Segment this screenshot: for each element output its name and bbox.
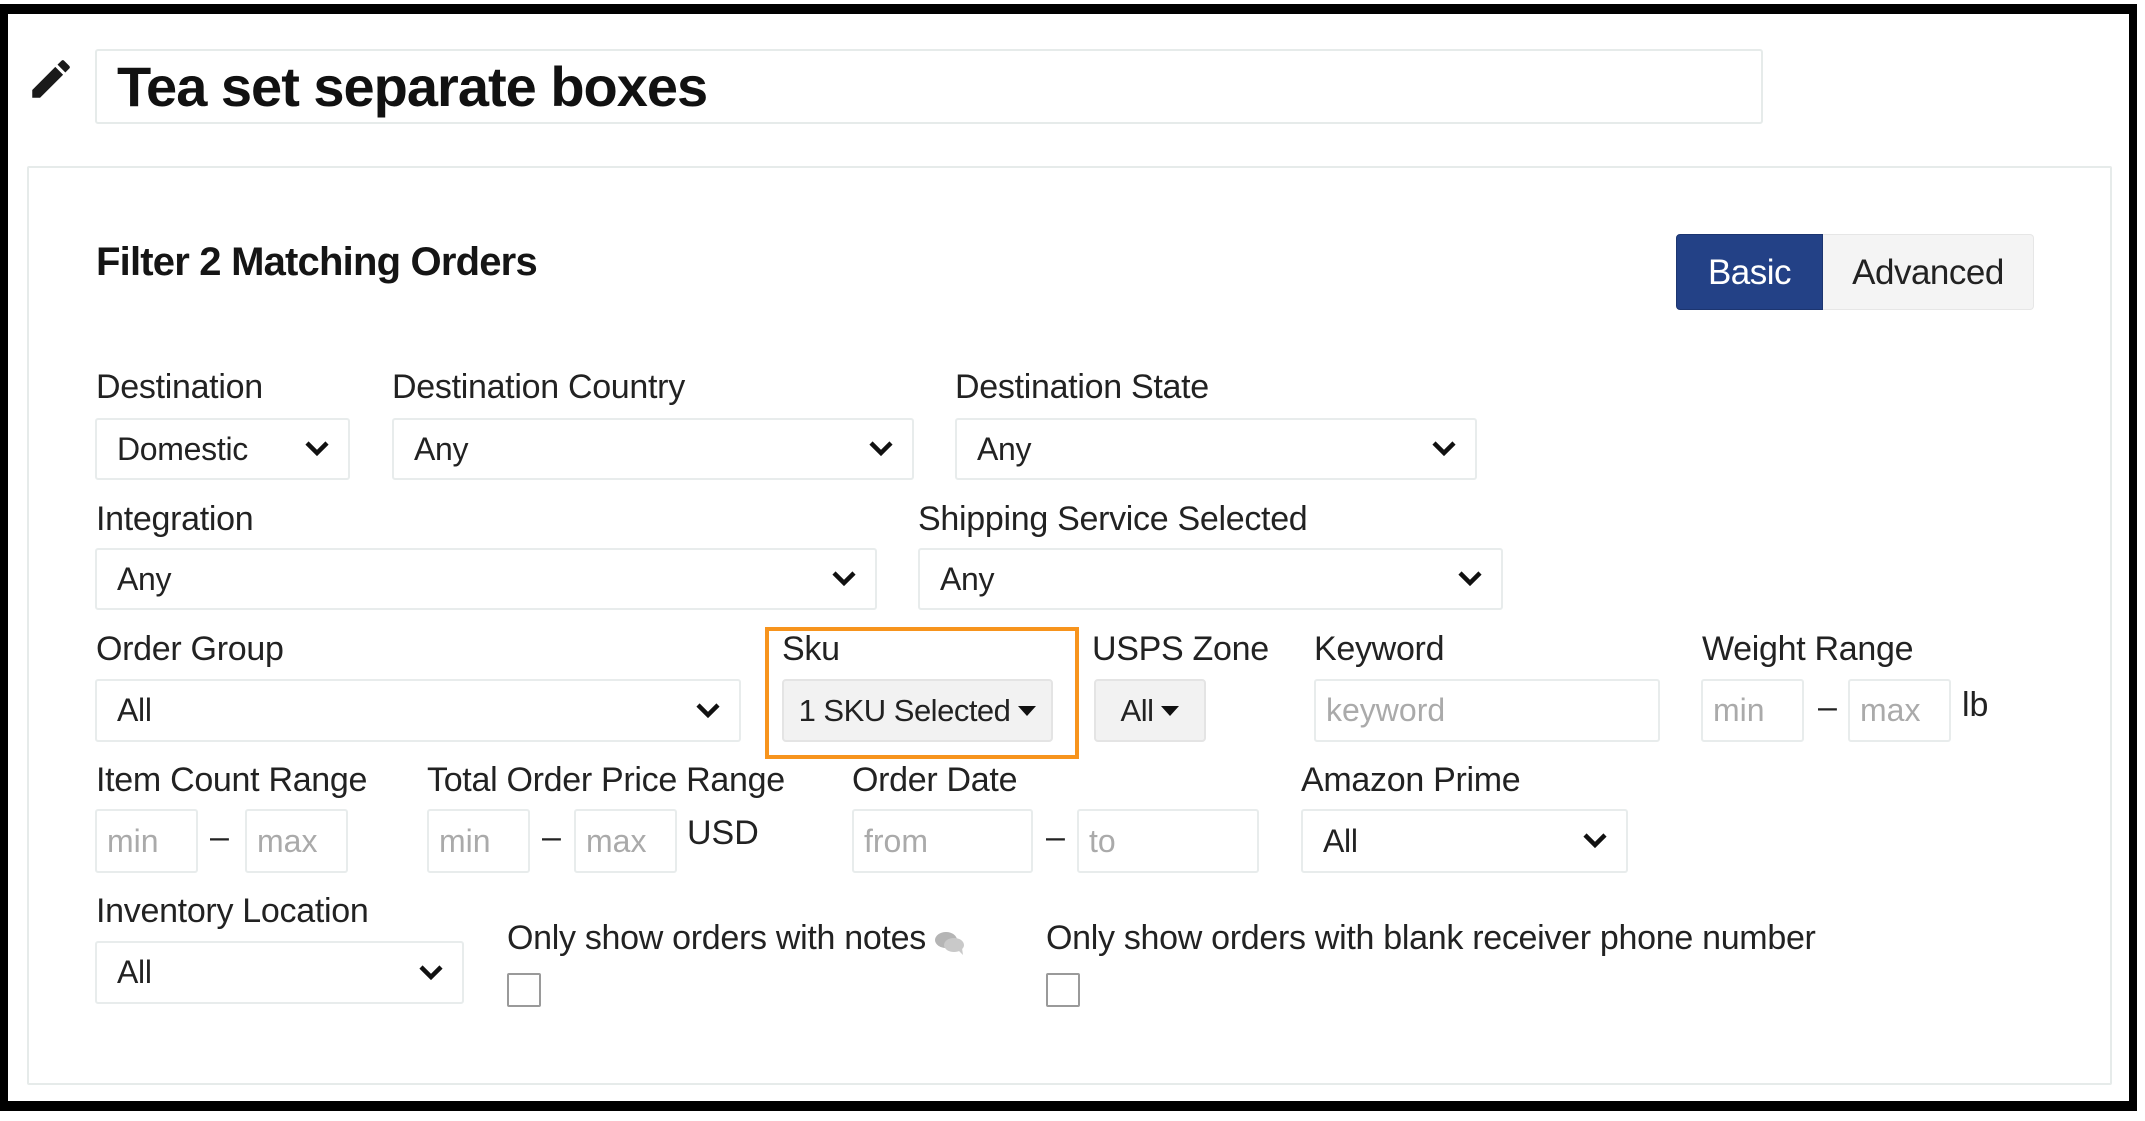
caret-down-icon	[1018, 705, 1037, 716]
weight-min-placeholder: min	[1713, 692, 1765, 728]
amazon-prime-label: Amazon Prime	[1301, 761, 1521, 799]
notes-only-label: Only show orders with notes	[507, 919, 926, 957]
amazon-prime-select[interactable]: All	[1301, 809, 1628, 873]
weight-min-input[interactable]: min	[1701, 679, 1804, 742]
order-date-to-placeholder: to	[1089, 822, 1116, 859]
order-group-value: All	[117, 692, 152, 728]
notes-only-checkbox[interactable]	[507, 973, 541, 1007]
weight-max-input[interactable]: max	[1848, 679, 1951, 742]
filter-heading: Filter 2 Matching Orders	[96, 240, 538, 284]
item-count-max-input[interactable]: max	[245, 809, 348, 873]
weight-range-label: Weight Range	[1702, 630, 1914, 668]
weight-range-separator: –	[1818, 688, 1837, 726]
integration-value: Any	[117, 560, 172, 597]
chevron-down-icon	[305, 441, 329, 457]
pencil-icon[interactable]	[26, 54, 76, 104]
keyword-placeholder: keyword	[1326, 692, 1446, 728]
item-count-separator: –	[210, 818, 229, 856]
order-date-to-input[interactable]: to	[1077, 809, 1259, 873]
order-date-separator: –	[1046, 818, 1065, 856]
chevron-down-icon	[869, 441, 893, 457]
destination-state-select[interactable]: Any	[955, 418, 1477, 480]
caret-down-icon	[1161, 705, 1180, 716]
inventory-location-select[interactable]: All	[95, 941, 464, 1004]
chevron-down-icon	[1583, 833, 1607, 849]
notes-only-label-row: Only show orders with notes	[507, 919, 966, 958]
usps-zone-dropdown-button[interactable]: All	[1094, 679, 1206, 742]
sku-label: Sku	[782, 630, 840, 668]
usps-zone-value: All	[1120, 692, 1154, 728]
chevron-down-icon	[832, 571, 856, 587]
amazon-prime-value: All	[1323, 822, 1358, 859]
total-order-price-range-label: Total Order Price Range	[427, 761, 785, 799]
order-filter-name-input[interactable]: Tea set separate boxes	[95, 49, 1763, 124]
order-date-from-input[interactable]: from	[852, 809, 1033, 873]
item-count-min-input[interactable]: min	[95, 809, 198, 873]
price-unit: USD	[687, 814, 759, 852]
destination-state-value: Any	[977, 430, 1032, 467]
order-date-label: Order Date	[852, 761, 1018, 799]
item-count-min-placeholder: min	[107, 822, 159, 859]
usps-zone-label: USPS Zone	[1092, 630, 1269, 668]
shipping-service-value: Any	[940, 560, 995, 597]
destination-country-label: Destination Country	[392, 368, 685, 406]
advanced-mode-button[interactable]: Advanced	[1823, 234, 2034, 310]
chevron-down-icon	[1458, 571, 1482, 587]
chevron-down-icon	[419, 964, 443, 980]
chevron-down-icon	[696, 702, 720, 718]
sku-value: 1 SKU Selected	[798, 692, 1011, 728]
item-count-range-label: Item Count Range	[96, 761, 368, 799]
comments-icon	[934, 931, 964, 955]
blank-phone-checkbox[interactable]	[1046, 973, 1080, 1007]
item-count-max-placeholder: max	[257, 822, 318, 859]
destination-country-select[interactable]: Any	[392, 418, 914, 480]
chevron-down-icon	[1432, 441, 1456, 457]
order-group-label: Order Group	[96, 630, 284, 668]
destination-select[interactable]: Domestic	[95, 418, 350, 480]
inventory-location-label: Inventory Location	[96, 892, 369, 930]
sku-dropdown-button[interactable]: 1 SKU Selected	[782, 679, 1053, 742]
weight-unit: lb	[1962, 686, 1989, 724]
order-date-from-placeholder: from	[864, 822, 928, 859]
basic-mode-button[interactable]: Basic	[1676, 234, 1823, 310]
price-max-input[interactable]: max	[574, 809, 677, 873]
destination-value: Domestic	[117, 430, 248, 467]
destination-state-label: Destination State	[955, 368, 1209, 406]
price-min-input[interactable]: min	[427, 809, 530, 873]
blank-phone-label: Only show orders with blank receiver pho…	[1046, 919, 1816, 957]
destination-label: Destination	[96, 368, 263, 406]
price-min-placeholder: min	[439, 822, 491, 859]
keyword-label: Keyword	[1314, 630, 1445, 668]
destination-country-value: Any	[414, 430, 469, 467]
order-filter-name-text: Tea set separate boxes	[117, 55, 708, 118]
integration-select[interactable]: Any	[95, 548, 877, 610]
keyword-input[interactable]: keyword	[1314, 679, 1660, 742]
shipping-service-select[interactable]: Any	[918, 548, 1503, 610]
integration-label: Integration	[96, 500, 254, 538]
shipping-service-label: Shipping Service Selected	[918, 500, 1308, 538]
order-group-select[interactable]: All	[95, 679, 741, 742]
price-max-placeholder: max	[586, 822, 647, 859]
price-separator: –	[542, 818, 561, 856]
inventory-location-value: All	[117, 954, 152, 990]
weight-max-placeholder: max	[1860, 692, 1921, 728]
